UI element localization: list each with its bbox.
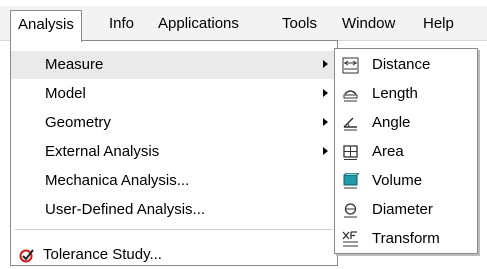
menu-item-mechanica-analysis[interactable]: Mechanica Analysis... (11, 167, 337, 195)
menu-item-label: Mechanica Analysis... (45, 172, 190, 189)
menu-applications[interactable]: Applications (158, 11, 239, 37)
submenu-item-distance[interactable]: Distance (335, 51, 477, 79)
menu-item-user-defined-analysis[interactable]: User-Defined Analysis... (11, 196, 337, 224)
submenu-item-label: Transform (372, 230, 440, 247)
submenu-item-label: Angle (372, 114, 411, 131)
measure-submenu: Distance Length Angle Area Volume Diamet… (334, 48, 478, 254)
menu-item-label: User-Defined Analysis... (45, 201, 206, 218)
diameter-icon (344, 203, 357, 218)
menu-item-label: Tolerance Study... (43, 246, 162, 263)
menu-item-external-analysis[interactable]: External Analysis (11, 138, 337, 166)
menu-window[interactable]: Window (342, 11, 395, 37)
submenu-item-label: Length (372, 85, 418, 102)
menu-item-label: Measure (45, 56, 104, 73)
submenu-item-transform[interactable]: Transform (335, 225, 477, 253)
length-icon (343, 90, 358, 102)
menu-item-tolerance-study[interactable]: Tolerance Study... (11, 241, 337, 269)
angle-icon (343, 117, 357, 131)
menu-item-geometry[interactable]: Geometry (11, 109, 337, 137)
menu-tools[interactable]: Tools (282, 11, 317, 37)
volume-icon (343, 173, 359, 189)
submenu-item-angle[interactable]: Angle (335, 109, 477, 137)
transform-icon (342, 231, 358, 247)
menu-help[interactable]: Help (423, 11, 454, 37)
submenu-item-volume[interactable]: Volume (335, 167, 477, 195)
submenu-arrow-icon (323, 118, 328, 126)
submenu-arrow-icon (323, 89, 328, 97)
menu-separator (15, 229, 333, 230)
distance-icon (342, 57, 359, 74)
menu-analysis[interactable]: Analysis (10, 10, 82, 42)
submenu-item-label: Area (372, 143, 404, 160)
menu-info[interactable]: Info (109, 11, 134, 37)
submenu-item-label: Distance (372, 56, 431, 73)
submenu-arrow-icon (323, 147, 328, 155)
menu-item-label: Geometry (45, 114, 111, 131)
menu-item-measure[interactable]: Measure (11, 51, 337, 79)
submenu-item-label: Volume (372, 172, 423, 189)
menubar: Analysis Info Applications Tools Window … (0, 6, 487, 42)
submenu-item-area[interactable]: Area (335, 138, 477, 166)
menu-item-label: Model (45, 85, 86, 102)
submenu-arrow-icon (323, 60, 328, 68)
submenu-item-length[interactable]: Length (335, 80, 477, 108)
menu-item-model[interactable]: Model (11, 80, 337, 108)
analysis-menu-dropdown: Measure Model Geometry External Analysis… (10, 40, 338, 266)
submenu-item-diameter[interactable]: Diameter (335, 196, 477, 224)
area-icon (343, 145, 358, 160)
submenu-item-label: Diameter (372, 201, 433, 218)
menu-item-label: External Analysis (45, 143, 160, 160)
